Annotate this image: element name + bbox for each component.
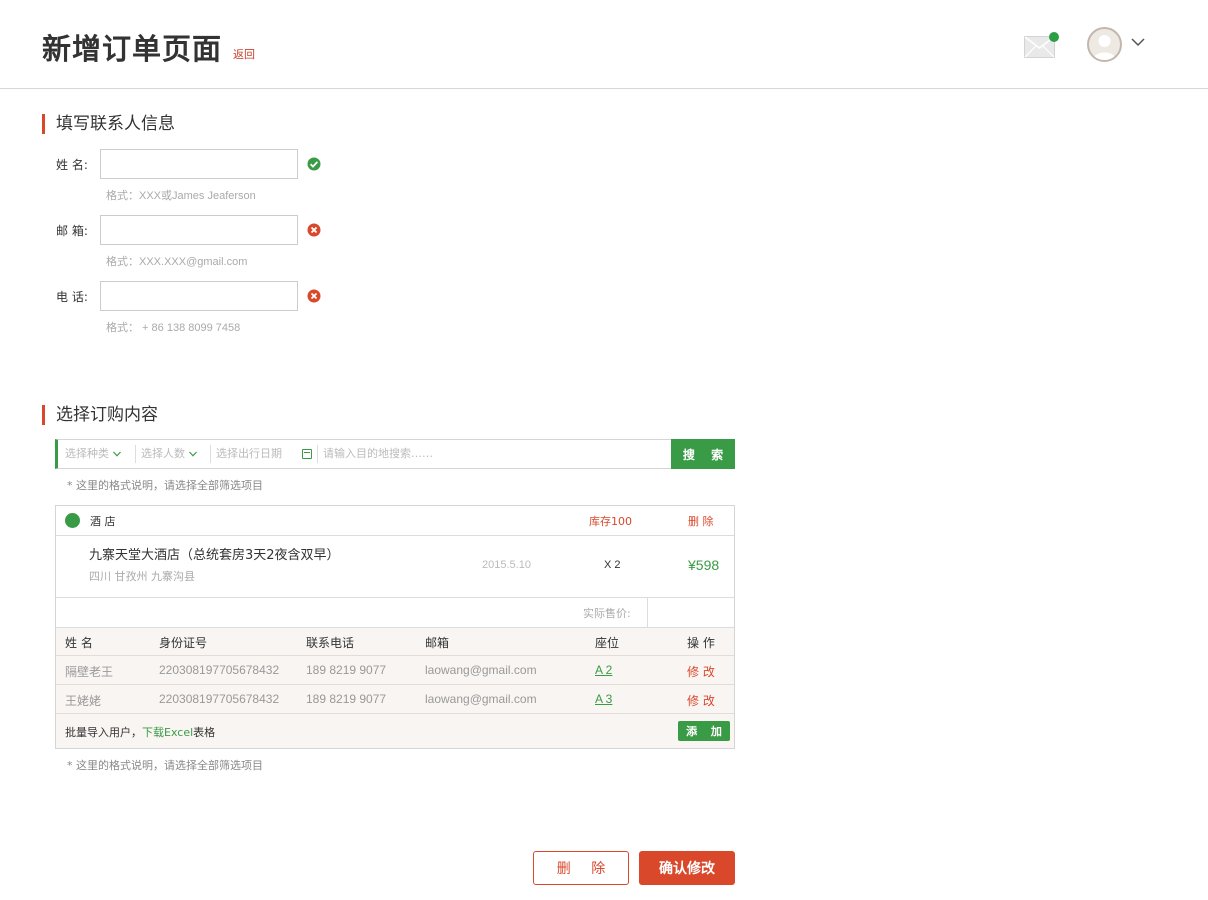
actual-price-input[interactable]	[647, 598, 734, 627]
category-row: 酒 店 库存100 删 除	[56, 506, 734, 535]
email-hint: 格式：XXX.XXX@gmail.com	[106, 256, 248, 268]
user-id-cell: 220308197705678432	[159, 663, 280, 677]
bottom-note: * 这里的格式说明，请选择全部筛选项目	[67, 759, 263, 772]
download-excel-link[interactable]: 下载Excel	[142, 726, 193, 739]
page-title: 新增订单页面	[42, 32, 223, 66]
col-header-seat: 座位	[595, 636, 620, 650]
filter-divider	[135, 445, 136, 463]
type-select-label: 选择种类	[65, 447, 109, 460]
email-field[interactable]	[100, 215, 298, 245]
people-select[interactable]: 选择人数	[141, 440, 211, 468]
type-select[interactable]: 选择种类	[65, 440, 135, 468]
error-icon	[307, 223, 321, 237]
divider	[56, 684, 734, 685]
col-header-name: 姓 名	[65, 636, 93, 650]
col-header-id: 身份证号	[159, 636, 208, 650]
email-label: 邮 箱:	[56, 224, 88, 238]
user-id-cell: 220308197705678432	[159, 692, 280, 706]
order-section-title: 选择订购内容	[42, 405, 158, 425]
people-select-label: 选择人数	[141, 447, 185, 460]
phone-label: 电 话:	[56, 290, 88, 304]
col-header-action: 操 作	[687, 636, 715, 650]
delete-category-link[interactable]: 删 除	[688, 513, 714, 529]
chevron-down-icon	[113, 451, 121, 457]
error-icon	[307, 289, 321, 303]
user-name-cell: 王姥姥	[65, 694, 102, 708]
seat-link[interactable]: A 2	[595, 663, 612, 677]
category-name: 酒 店	[90, 515, 116, 528]
user-name-cell: 隔壁老王	[65, 665, 114, 679]
item-date: 2015.5.10	[482, 559, 531, 571]
divider	[56, 627, 734, 628]
phone-hint: 格式： + 86 138 8099 7458	[106, 322, 241, 334]
name-field[interactable]	[100, 149, 298, 179]
col-header-email: 邮箱	[425, 636, 450, 650]
delete-button[interactable]: 删 除	[533, 851, 629, 885]
user-avatar-icon[interactable]	[1087, 27, 1122, 62]
item-row: 九寨天堂大酒店（总统套房3天2夜含双早） 四川 甘孜州 九寨沟县 2015.5.…	[56, 536, 734, 597]
notification-dot	[1049, 32, 1059, 42]
user-email-cell: laowang@gmail.com	[425, 663, 537, 677]
chevron-down-icon	[189, 451, 197, 457]
actual-price-row: 实际售价:	[56, 598, 734, 627]
add-user-button[interactable]: 添 加	[678, 721, 730, 741]
import-suffix: 表格	[193, 726, 216, 739]
import-row: 批量导入用户，下载Excel表格	[65, 724, 215, 740]
contact-section-title: 填写联系人信息	[42, 114, 175, 134]
col-header-phone: 联系电话	[306, 636, 355, 650]
keyword-placeholder: 请输入目的地搜索……	[323, 447, 433, 460]
phone-field[interactable]	[100, 281, 298, 311]
order-box: 酒 店 库存100 删 除 九寨天堂大酒店（总统套房3天2夜含双早） 四川 甘孜…	[55, 505, 735, 749]
users-table: 姓 名 身份证号 联系电话 邮箱 座位 操 作 隔壁老王 22030819770…	[56, 627, 734, 748]
keyword-input[interactable]: 请输入目的地搜索……	[323, 440, 663, 468]
page-header: 新增订单页面 返回	[0, 0, 1208, 89]
filter-note: * 这里的格式说明，请选择全部筛选项目	[67, 479, 263, 492]
stock-label: 库存100	[589, 515, 632, 528]
item-price: ¥598	[688, 557, 720, 573]
divider	[56, 655, 734, 656]
import-prefix: 批量导入用户，	[65, 726, 142, 739]
calendar-icon[interactable]	[302, 449, 312, 459]
name-label: 姓 名:	[56, 158, 88, 172]
item-name: 九寨天堂大酒店（总统套房3天2夜含双早）	[89, 548, 340, 563]
search-bar: 选择种类 选择人数 选择出行日期 请输入目的地搜索…… 搜 索	[55, 439, 735, 469]
chevron-down-icon[interactable]	[1131, 37, 1145, 47]
seat-link[interactable]: A 3	[595, 692, 612, 706]
confirm-button[interactable]: 确认修改	[639, 851, 735, 885]
date-picker[interactable]: 选择出行日期	[216, 440, 316, 468]
user-phone-cell: 189 8219 9077	[306, 692, 387, 706]
date-picker-label: 选择出行日期	[216, 447, 282, 460]
name-hint: 格式：XXX或James Jeaferson	[106, 190, 256, 202]
search-button[interactable]: 搜 索	[671, 439, 735, 469]
back-link[interactable]: 返回	[233, 46, 255, 62]
edit-user-link[interactable]: 修 改	[687, 692, 715, 709]
user-phone-cell: 189 8219 9077	[306, 663, 387, 677]
check-icon	[307, 157, 321, 171]
filter-divider	[210, 445, 211, 463]
item-quantity: X 2	[604, 559, 621, 571]
divider	[56, 713, 734, 714]
filter-divider	[317, 445, 318, 463]
item-location: 四川 甘孜州 九寨沟县	[89, 570, 195, 583]
hotel-category-icon	[65, 513, 80, 528]
actual-price-label: 实际售价:	[583, 607, 631, 620]
edit-user-link[interactable]: 修 改	[687, 663, 715, 680]
user-email-cell: laowang@gmail.com	[425, 692, 537, 706]
